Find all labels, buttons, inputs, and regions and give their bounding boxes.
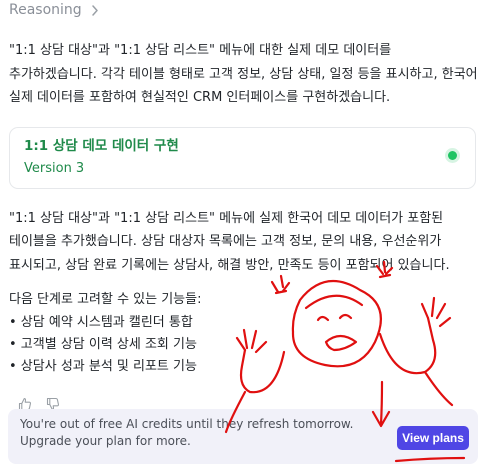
chevron-right-icon xyxy=(90,4,100,16)
reasoning-label: Reasoning xyxy=(9,2,82,18)
next-steps-heading: 다음 단계로 고려할 수 있는 기능들: xyxy=(9,292,202,307)
credits-banner-text: You're out of free AI credits until they… xyxy=(20,417,354,448)
list-item: • 고객별 상담 이력 상세 조회 기능 xyxy=(9,336,197,352)
artifact-card[interactable]: 1:1 상담 데모 데이터 구현 Version 3 xyxy=(9,126,476,189)
list-item: • 상담사 성과 분석 및 리포트 기능 xyxy=(9,358,197,374)
intro-paragraph: "1:1 상담 대상"과 "1:1 상담 리스트" 메뉴에 대한 실제 데모 데… xyxy=(9,43,478,105)
credits-banner: You're out of free AI credits until they… xyxy=(8,409,478,464)
chat-message-panel: Reasoning "1:1 상담 대상"과 "1:1 상담 리스트" 메뉴에 … xyxy=(0,0,497,468)
reasoning-toggle[interactable]: Reasoning xyxy=(9,0,481,20)
list-item: • 상담 예약 시스템과 캘린더 통합 xyxy=(9,314,193,330)
summary-paragraph: "1:1 상담 대상"과 "1:1 상담 리스트" 메뉴에 실제 한국어 데모 … xyxy=(9,210,450,273)
next-steps-list: • 상담 예약 시스템과 캘린더 통합 • 고객별 상담 이력 상세 조회 기능… xyxy=(9,312,481,378)
artifact-version: Version 3 xyxy=(24,160,85,176)
artifact-title: 1:1 상담 데모 데이터 구현 xyxy=(24,137,179,154)
view-plans-button[interactable]: View plans xyxy=(397,426,469,450)
status-dot-icon xyxy=(448,150,457,160)
